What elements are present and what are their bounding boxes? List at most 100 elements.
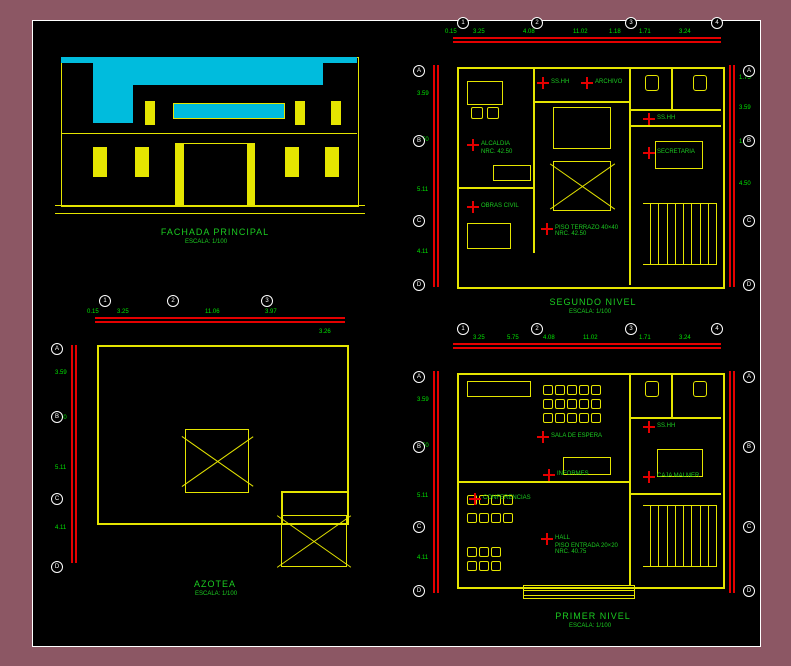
- facade-window-upper-2: [295, 101, 305, 125]
- facade-title: FACHADA PRINCIPAL: [125, 227, 305, 237]
- second-dim-t1: 3.25: [473, 29, 485, 35]
- second-partition-v2: [629, 67, 631, 285]
- second-dim-t4: 1.18: [609, 29, 621, 35]
- second-chair-1: [471, 107, 483, 119]
- first-gA: A: [413, 371, 425, 383]
- second-dim-left: [433, 65, 439, 287]
- second-dim-l2: 5.11: [417, 187, 428, 193]
- first-dim-right: [729, 371, 735, 593]
- facade-sky-top: [93, 63, 323, 85]
- second-dim-r3: 4.50: [739, 181, 751, 187]
- first-dim-t4: 11.02: [583, 335, 598, 341]
- second-stairs: [643, 203, 717, 265]
- roof-stair-cut: [281, 491, 349, 525]
- second-partition-h1: [457, 187, 533, 189]
- first-dim-left: [433, 371, 439, 593]
- facade-window-lower-4: [325, 147, 339, 177]
- second-g2: 2: [531, 17, 543, 29]
- second-ptr-sshh2: [643, 113, 655, 125]
- first-entry-steps: [523, 585, 635, 599]
- second-gC: C: [413, 215, 425, 227]
- roof-dim-top-2: 11.06: [205, 309, 220, 315]
- second-shaft: [553, 161, 611, 211]
- second-ptr-sshh: [537, 77, 549, 89]
- second-wc-1: [645, 75, 659, 91]
- first-lbl-hall: HALL: [555, 535, 570, 541]
- second-wc-2: [693, 75, 707, 91]
- cad-canvas[interactable]: FACHADA PRINCIPAL ESCALA: 1/100 0.15 3.2…: [32, 20, 761, 647]
- first-caja-h: [629, 493, 721, 495]
- second-dim-t0: 0.15: [445, 29, 457, 35]
- second-dim-r1: 3.59: [739, 105, 751, 111]
- second-dim-l0: 3.59: [417, 91, 429, 97]
- second-ptr-hall: [541, 223, 553, 235]
- second-lbl-secretaria: SECRETARIA: [657, 149, 695, 155]
- roof-grid-B: B: [51, 411, 63, 423]
- second-ptr-secretaria: [643, 147, 655, 159]
- first-gB: B: [413, 441, 425, 453]
- roof-dim-left-2: 5.11: [55, 465, 66, 471]
- first-dim-t2: 5.75: [507, 335, 519, 341]
- second-lbl-obras: OBRAS CIVIL: [481, 203, 519, 209]
- first-lbl-hall-sub: PISO ENTRADA 20×20 NRC. 40.75: [555, 543, 625, 555]
- roof-grid-2: 2: [167, 295, 179, 307]
- first-ptr-caja: [643, 471, 655, 483]
- second-lbl-alcaldia-sub: NRC. 42.50: [481, 149, 512, 155]
- second-gCr: C: [743, 215, 755, 227]
- facade-window-lower-3: [285, 147, 299, 177]
- facade-sky-drop-left: [93, 85, 133, 123]
- second-gD: D: [413, 279, 425, 291]
- first-g1: 1: [457, 323, 469, 335]
- second-g1: 1: [457, 17, 469, 29]
- roof-dim-top-0: 0.15: [87, 309, 99, 315]
- second-desk-obras: [467, 223, 511, 249]
- facade-window-lower-1: [93, 147, 107, 177]
- roof-grid-D: D: [51, 561, 63, 573]
- first-partition-h1: [457, 481, 629, 483]
- first-gC: C: [413, 521, 425, 533]
- second-lbl-archivo: ARCHIVO: [595, 79, 622, 85]
- second-gAr: A: [743, 65, 755, 77]
- second-sofa: [493, 165, 531, 181]
- first-gD: D: [413, 585, 425, 597]
- second-lbl-hall: PISO TERRAZO 40×40 NRC. 42.50: [555, 225, 625, 237]
- first-scale: ESCALA: 1/100: [569, 623, 611, 629]
- second-ptr-archivo: [581, 77, 593, 89]
- first-title: PRIMER NIVEL: [523, 611, 663, 621]
- roof-dim-top: [95, 317, 345, 323]
- facade-mid-line: [61, 133, 357, 134]
- first-ptr-informes: [543, 469, 555, 481]
- first-ptr-hall: [541, 533, 553, 545]
- second-gDr: D: [743, 279, 755, 291]
- first-desk-row: [467, 381, 531, 397]
- roof-grid-3: 3: [261, 295, 273, 307]
- first-lbl-caja: CAJA MALMER: [657, 473, 699, 479]
- first-stairs: [643, 505, 717, 567]
- facade-scale: ESCALA: 1/100: [185, 239, 227, 245]
- second-dim-t3: 11.02: [573, 29, 588, 35]
- first-wc-1: [645, 381, 659, 397]
- first-dim-t1: 3.25: [473, 335, 485, 341]
- first-ptr-conf: [469, 493, 481, 505]
- first-g4: 4: [711, 323, 723, 335]
- first-lbl-sshh: SS.HH: [657, 423, 675, 429]
- roof-dim-top-1: 3.25: [117, 309, 129, 315]
- second-desk-alcaldia: [467, 81, 503, 105]
- second-dim-right: [729, 65, 735, 287]
- drawing-first: 3.25 5.75 4.08 11.02 1.71 3.24 3.59 4.50…: [413, 337, 753, 641]
- roof-dim-left-3: 4.11: [55, 525, 66, 531]
- first-gCr: C: [743, 521, 755, 533]
- first-g2: 2: [531, 323, 543, 335]
- second-lbl-sshh2: SS.HH: [657, 115, 675, 121]
- second-bath-split: [671, 67, 673, 109]
- second-dim-l3: 4.11: [417, 249, 428, 255]
- second-partition-h2: [629, 125, 721, 127]
- facade-window-upper-3: [331, 101, 341, 125]
- first-wc-2: [693, 381, 707, 397]
- roof-grid-1: 1: [99, 295, 111, 307]
- second-title: SEGUNDO NIVEL: [523, 297, 663, 307]
- drawing-second: 0.15 3.25 4.08 11.02 1.18 1.71 3.24 3.59…: [413, 31, 753, 331]
- drawing-roof: 0.15 3.25 11.06 3.97 3.26 3.59 4.50 5.11…: [55, 315, 385, 625]
- first-dim-l3: 4.11: [417, 555, 428, 561]
- second-ptr-alcaldia: [467, 139, 479, 151]
